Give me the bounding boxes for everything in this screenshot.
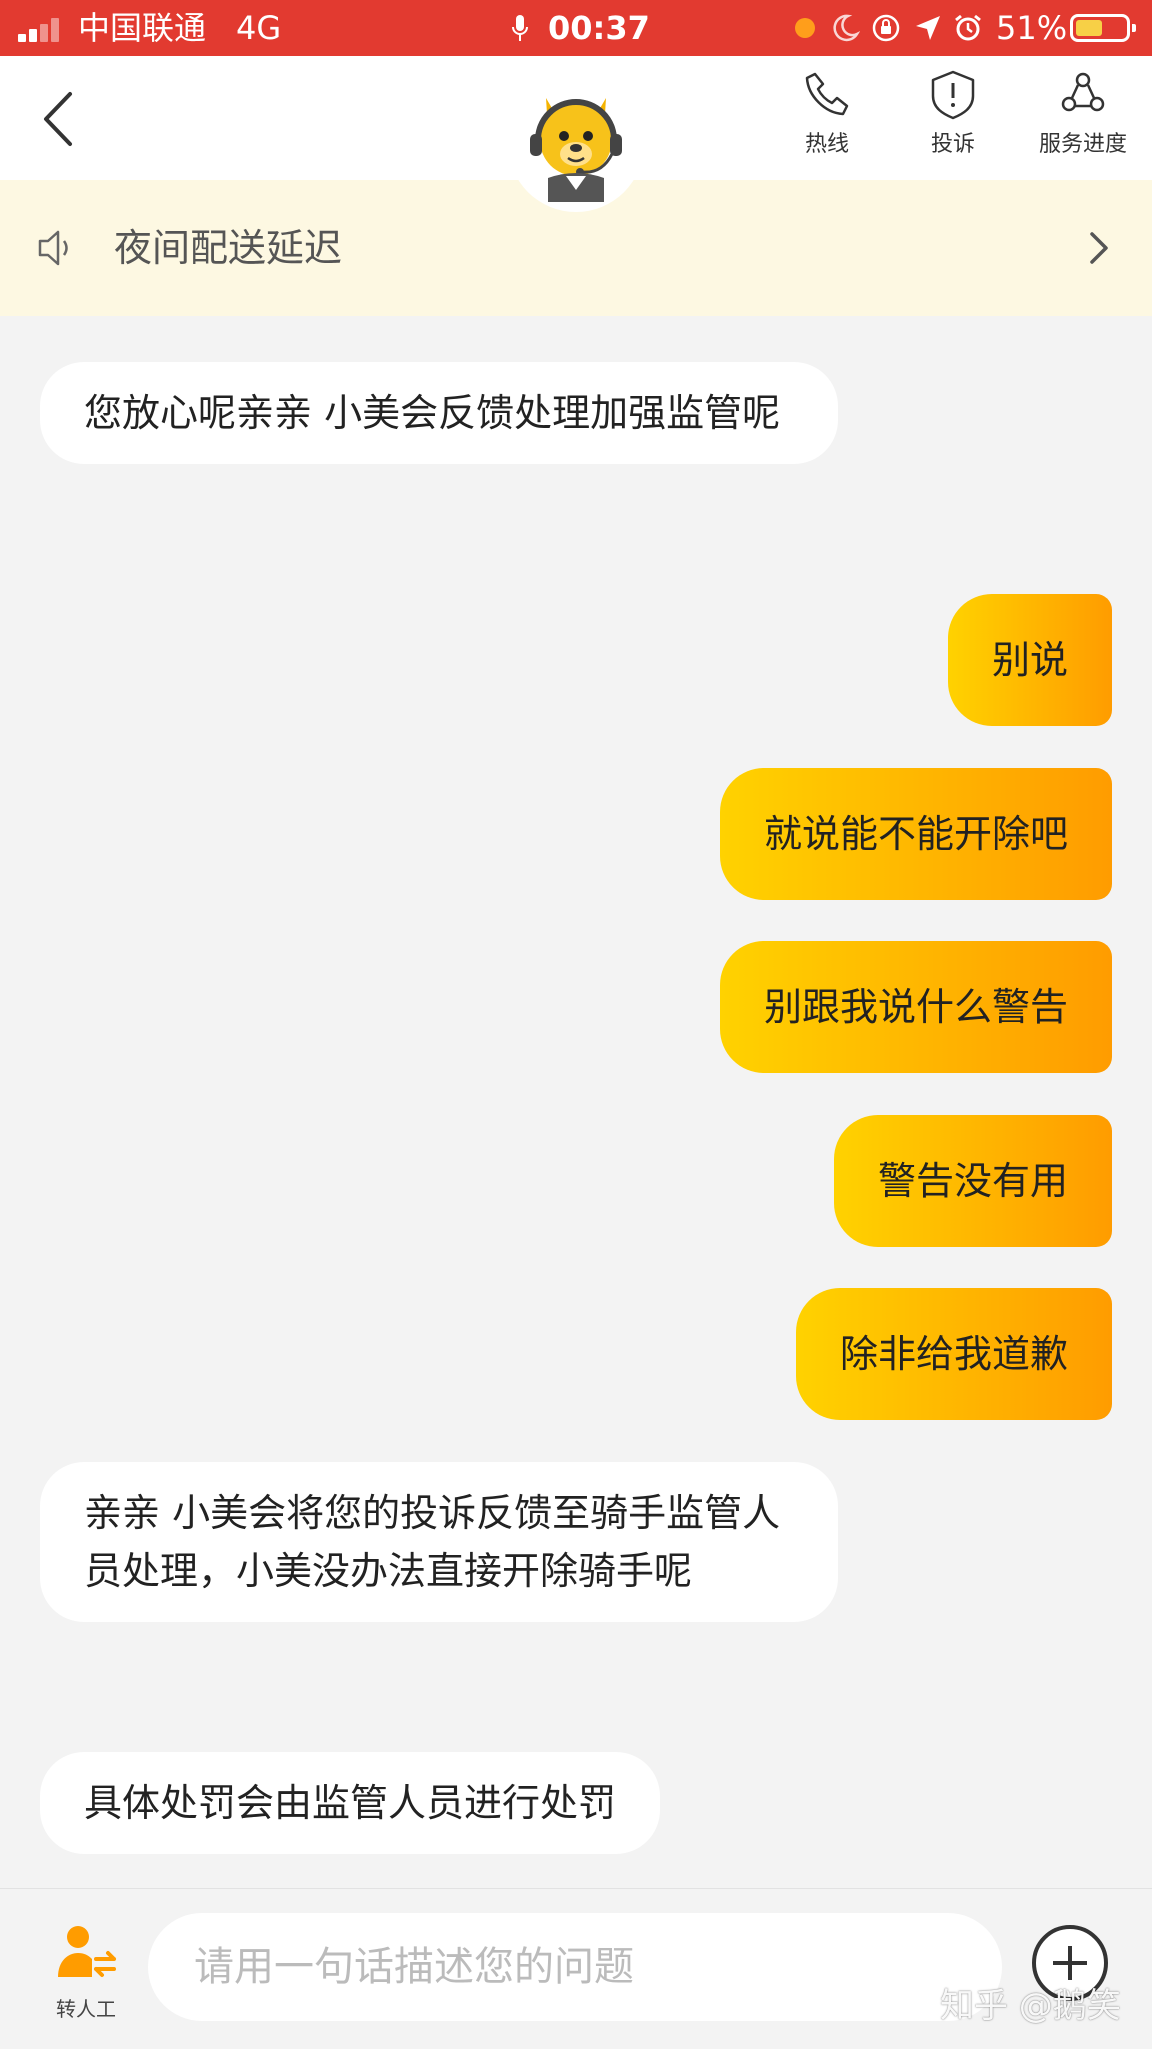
user-message: 除非给我道歉 [795,1288,1112,1420]
service-progress-button[interactable]: 服务进度 [1018,68,1148,172]
battery-percent: 51% [996,9,1068,47]
transfer-person-icon [58,1926,116,1977]
shield-alert-icon [931,70,975,120]
back-button[interactable] [30,84,90,154]
hotline-label: 热线 [804,132,849,157]
bot-message: 具体处罚会由监管人员进行处罚 [40,1752,661,1854]
speaker-icon [38,230,68,266]
user-message: 别跟我说什么警告 [719,941,1112,1073]
clock-time: 00:37 [548,9,650,47]
phone-icon [805,72,849,116]
signal-strength-icon [18,16,68,42]
notice-text: 夜间配送延迟 [114,226,343,270]
bot-message: 您放心呢亲亲 小美会反馈处理加强监管呢 [40,362,838,464]
alarm-icon [955,14,981,41]
moon-icon [833,14,860,42]
complaint-button[interactable]: 投诉 [888,68,1018,172]
user-message: 就说能不能开除吧 [719,768,1112,900]
recording-dot-icon [795,18,815,38]
microphone-icon [512,15,528,41]
chevron-right-icon [1090,232,1108,264]
progress-icon [1061,72,1105,112]
status-bar: 中国联通 4G 00:37 51% [0,0,1152,56]
transfer-to-human-button[interactable]: 转人工 [46,1923,126,2033]
message-input[interactable] [148,1913,1002,2021]
watermark: 知乎 @鹅笑 [940,1986,1121,2026]
transfer-to-human-label: 转人工 [56,1997,116,2021]
bot-message: 亲亲 小美会将您的投诉反馈至骑手监管人员处理，小美没办法直接开除骑手呢 [40,1462,838,1622]
carrier-name: 中国联通 [78,9,207,47]
service-progress-label: 服务进度 [1038,132,1127,157]
battery-icon [1070,14,1136,42]
complaint-label: 投诉 [930,132,975,157]
user-message: 警告没有用 [833,1115,1112,1247]
hotline-button[interactable]: 热线 [762,68,892,172]
user-message: 别说 [947,594,1112,726]
location-arrow-icon [916,16,940,40]
network-type: 4G [236,9,282,47]
rotation-lock-icon [872,14,900,42]
kangaroo-avatar [508,76,644,212]
